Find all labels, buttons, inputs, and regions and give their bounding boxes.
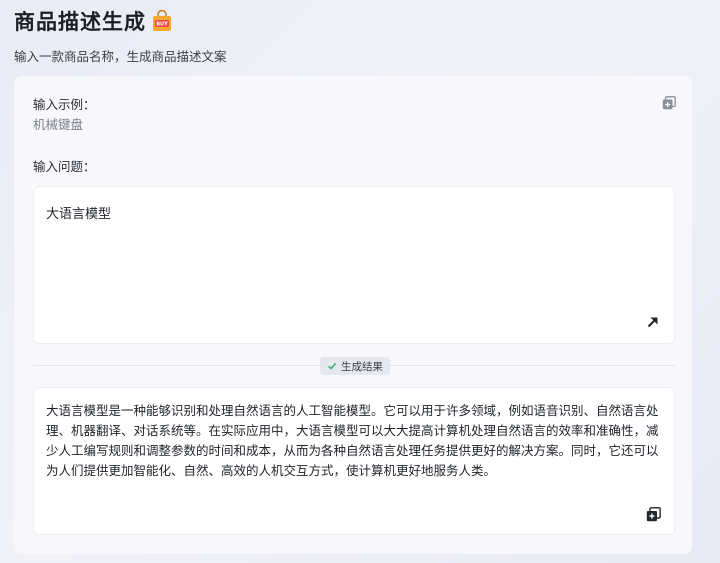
page-header: 商品描述生成 BUY 输入一款商品名称，生成商品描述文案 (14, 6, 227, 65)
copy-icon[interactable] (646, 507, 661, 522)
main-panel: 输入示例： 机械键盘 输入问题： 大语言模型 生成结果 大语言模型是一种能够识别… (14, 76, 692, 554)
copy-icon[interactable] (662, 96, 676, 110)
title-row: 商品描述生成 BUY (14, 6, 227, 36)
check-icon (328, 362, 337, 370)
result-text: 大语言模型是一种能够识别和处理自然语言的人工智能模型。它可以用于许多领域，例如语… (46, 403, 659, 478)
question-input-value[interactable]: 大语言模型 (46, 203, 111, 222)
result-tag-label: 生成结果 (341, 360, 383, 373)
bag-badge-text: BUY (156, 22, 168, 28)
arrow-up-right-icon[interactable] (646, 315, 660, 329)
shopping-bag-icon: BUY (153, 10, 171, 31)
result-output: 大语言模型是一种能够识别和处理自然语言的人工智能模型。它可以用于许多领域，例如语… (33, 387, 675, 535)
page-subtitle: 输入一款商品名称，生成商品描述文案 (14, 49, 227, 64)
result-tag: 生成结果 (320, 357, 390, 375)
example-value[interactable]: 机械键盘 (33, 114, 83, 133)
question-input[interactable]: 大语言模型 (33, 186, 675, 344)
page-title: 商品描述生成 (14, 10, 146, 34)
question-label: 输入问题： (33, 159, 96, 174)
example-label: 输入示例： (33, 97, 96, 112)
